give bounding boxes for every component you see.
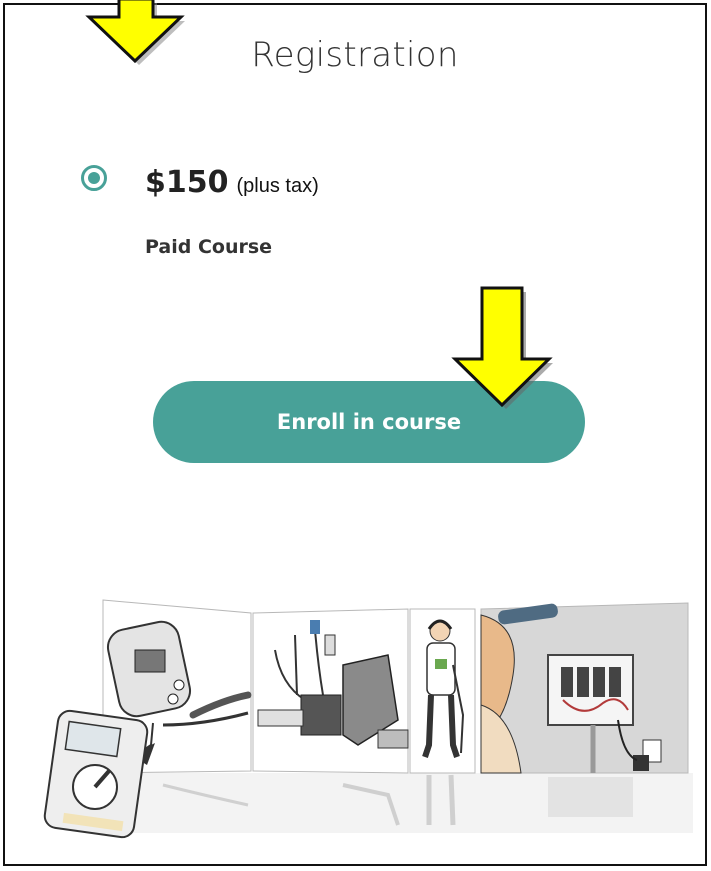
registration-card: Registration $150 (plus tax) Paid Course… xyxy=(3,0,707,866)
course-type-label: Paid Course xyxy=(145,236,273,258)
course-illustrations xyxy=(43,599,693,839)
multimeter-illustration xyxy=(43,709,149,839)
electrical-box-illustration xyxy=(480,602,689,774)
page-title: Registration xyxy=(251,35,459,75)
valve-illustration xyxy=(252,608,409,774)
price-option-radio[interactable] xyxy=(81,165,107,191)
price-amount: $150 xyxy=(145,165,229,200)
technician-illustration xyxy=(409,608,476,774)
down-arrow-icon xyxy=(451,286,553,409)
enroll-button-label: Enroll in course xyxy=(276,410,462,434)
price-note: (plus tax) xyxy=(236,175,319,197)
price-option[interactable]: $150 (plus tax) xyxy=(145,165,319,200)
